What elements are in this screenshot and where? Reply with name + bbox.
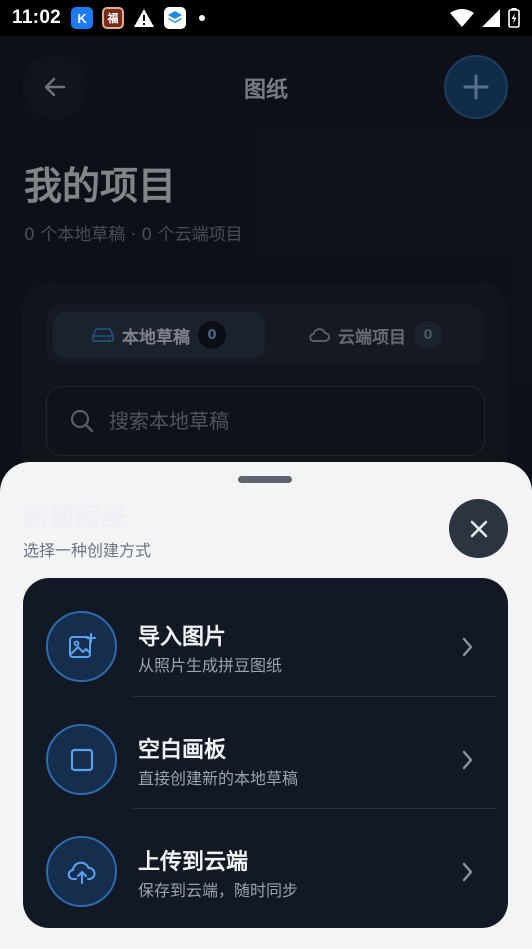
chevron-right-icon	[462, 862, 473, 882]
create-options-card: 导入图片 从照片生成拼豆图纸 空白画板 直接创建新的本地草稿 上传到云端 保存到…	[23, 578, 508, 928]
app-k-icon: K	[71, 7, 94, 29]
close-icon	[470, 520, 487, 537]
option-description: 从照片生成拼豆图纸	[138, 656, 283, 675]
option-title: 空白画板	[138, 738, 227, 763]
close-button[interactable]	[449, 499, 508, 558]
status-notification-icons: K 福	[71, 7, 206, 29]
chevron-right-icon	[462, 750, 473, 770]
warning-icon	[134, 9, 155, 27]
app-fu-icon: 福	[102, 7, 125, 29]
square-icon	[70, 748, 93, 771]
option-title: 上传到云端	[138, 850, 249, 875]
layers-app-icon	[164, 7, 187, 29]
option-blank-canvas[interactable]: 空白画板 直接创建新的本地草稿	[23, 697, 508, 809]
option-description: 直接创建新的本地草稿	[138, 769, 299, 788]
more-notifications-icon	[199, 15, 206, 21]
option-upload-cloud[interactable]: 上传到云端 保存到云端，随时同步	[23, 809, 508, 921]
signal-icon	[482, 9, 500, 27]
status-bar: 11:02 K 福	[0, 0, 532, 36]
image-add-icon	[68, 632, 96, 658]
wifi-icon	[450, 9, 474, 27]
option-icon-wrap	[46, 836, 117, 907]
status-system-icons	[450, 8, 520, 28]
option-title: 导入图片	[138, 625, 227, 650]
option-icon-wrap	[46, 724, 117, 795]
status-time: 11:02	[12, 7, 62, 28]
sheet-subtitle: 选择一种创建方式	[23, 541, 152, 560]
sheet-title: 新建图纸	[23, 504, 128, 534]
option-description: 保存到云端，随时同步	[138, 881, 299, 900]
cloud-upload-icon	[67, 861, 96, 884]
battery-charging-icon	[508, 8, 520, 28]
option-import-image[interactable]: 导入图片 从照片生成拼豆图纸	[23, 584, 508, 696]
sheet-drag-handle[interactable]	[238, 476, 292, 483]
chevron-right-icon	[462, 637, 473, 657]
option-icon-wrap	[46, 611, 117, 682]
